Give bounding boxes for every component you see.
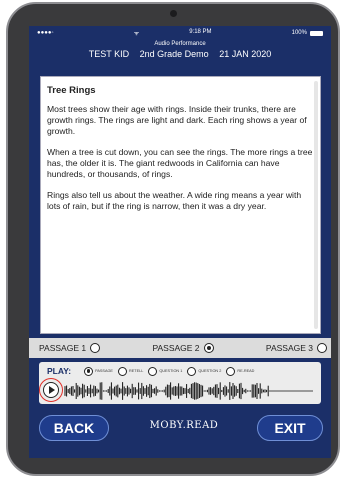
battery-icon bbox=[309, 30, 323, 36]
play-button[interactable] bbox=[43, 382, 59, 398]
passage-scrollbar[interactable] bbox=[314, 81, 318, 329]
session-header: Audio Performance TEST KID 2nd Grade Dem… bbox=[29, 40, 331, 60]
passage-paragraph: Rings also tell us about the weather. A … bbox=[47, 190, 302, 211]
radio-button-selected[interactable] bbox=[84, 366, 94, 376]
passage-title: Tree Rings bbox=[47, 85, 96, 96]
status-time: 9:18 PM bbox=[189, 29, 212, 35]
play-options: PLAY: PASSAGE RETELL QUESTION 1 QUESTION… bbox=[39, 362, 321, 380]
passage-option-2[interactable]: PASSAGE 2 bbox=[152, 343, 214, 353]
play-option-label: RE-READ bbox=[237, 369, 255, 373]
session-date: 21 JAN 2020 bbox=[219, 49, 272, 59]
passage-selector: PASSAGE 1 PASSAGE 2 PASSAGE 3 bbox=[29, 338, 331, 358]
header-subtitle: Audio Performance bbox=[154, 41, 206, 47]
radio-button[interactable] bbox=[226, 366, 236, 376]
play-panel: PLAY: PASSAGE RETELL QUESTION 1 QUESTION… bbox=[39, 362, 321, 404]
wifi-icon: ᯤ bbox=[133, 31, 140, 37]
play-option-retell[interactable]: RETELL bbox=[117, 366, 144, 376]
passage-option-label: PASSAGE 2 bbox=[152, 343, 200, 353]
passage-option-label: PASSAGE 3 bbox=[265, 343, 313, 353]
app-screen: ●●●●◦ ᯤ 9:18 PM 100% Audio Performance T… bbox=[29, 26, 331, 458]
radio-button[interactable] bbox=[117, 366, 127, 376]
battery-indicator: 100% bbox=[292, 30, 323, 36]
footer-bar: BACK MOBY.READ EXIT bbox=[29, 410, 331, 446]
back-button[interactable]: BACK bbox=[39, 415, 109, 441]
passage-option-1[interactable]: PASSAGE 1 bbox=[39, 343, 101, 353]
signal-icon: ●●●●◦ bbox=[37, 30, 54, 36]
passage-panel[interactable]: Tree Rings Most trees show their age wit… bbox=[40, 76, 321, 334]
tablet-frame: ●●●●◦ ᯤ 9:18 PM 100% Audio Performance T… bbox=[6, 2, 340, 476]
passage-paragraph: Most trees show their age with rings. In… bbox=[47, 104, 307, 136]
play-option-re-read[interactable]: RE-READ bbox=[226, 366, 255, 376]
passage-option-label: PASSAGE 1 bbox=[39, 343, 87, 353]
battery-percent: 100% bbox=[291, 30, 307, 36]
student-name: TEST KID bbox=[88, 49, 130, 59]
play-option-label: QUESTION 2 bbox=[198, 369, 222, 373]
radio-button[interactable] bbox=[148, 366, 158, 376]
demo-name: 2nd Grade Demo bbox=[139, 49, 209, 59]
camera-dot bbox=[170, 10, 177, 17]
radio-button[interactable] bbox=[187, 366, 197, 376]
audio-player bbox=[39, 378, 321, 402]
play-option-label: PASSAGE bbox=[95, 369, 113, 373]
passage-paragraph: When a tree is cut down, you can see the… bbox=[47, 147, 313, 179]
play-option-label: QUESTION 1 bbox=[159, 369, 183, 373]
app-logo: MOBY.READ bbox=[149, 420, 219, 431]
play-icon bbox=[48, 386, 55, 394]
radio-button[interactable] bbox=[317, 343, 327, 353]
radio-button[interactable] bbox=[90, 343, 101, 353]
radio-button-selected[interactable] bbox=[203, 343, 214, 353]
play-label: PLAY: bbox=[47, 366, 72, 376]
passage-option-3[interactable]: PASSAGE 3 bbox=[266, 343, 327, 353]
audio-waveform[interactable] bbox=[63, 381, 317, 401]
play-option-question-1[interactable]: QUESTION 1 bbox=[148, 366, 183, 376]
play-option-question-2[interactable]: QUESTION 2 bbox=[187, 366, 222, 376]
play-option-label: RETELL bbox=[128, 369, 144, 373]
exit-button[interactable]: EXIT bbox=[257, 415, 323, 441]
status-bar: ●●●●◦ ᯤ 9:18 PM 100% bbox=[29, 26, 331, 40]
play-option-passage[interactable]: PASSAGE bbox=[84, 366, 113, 376]
